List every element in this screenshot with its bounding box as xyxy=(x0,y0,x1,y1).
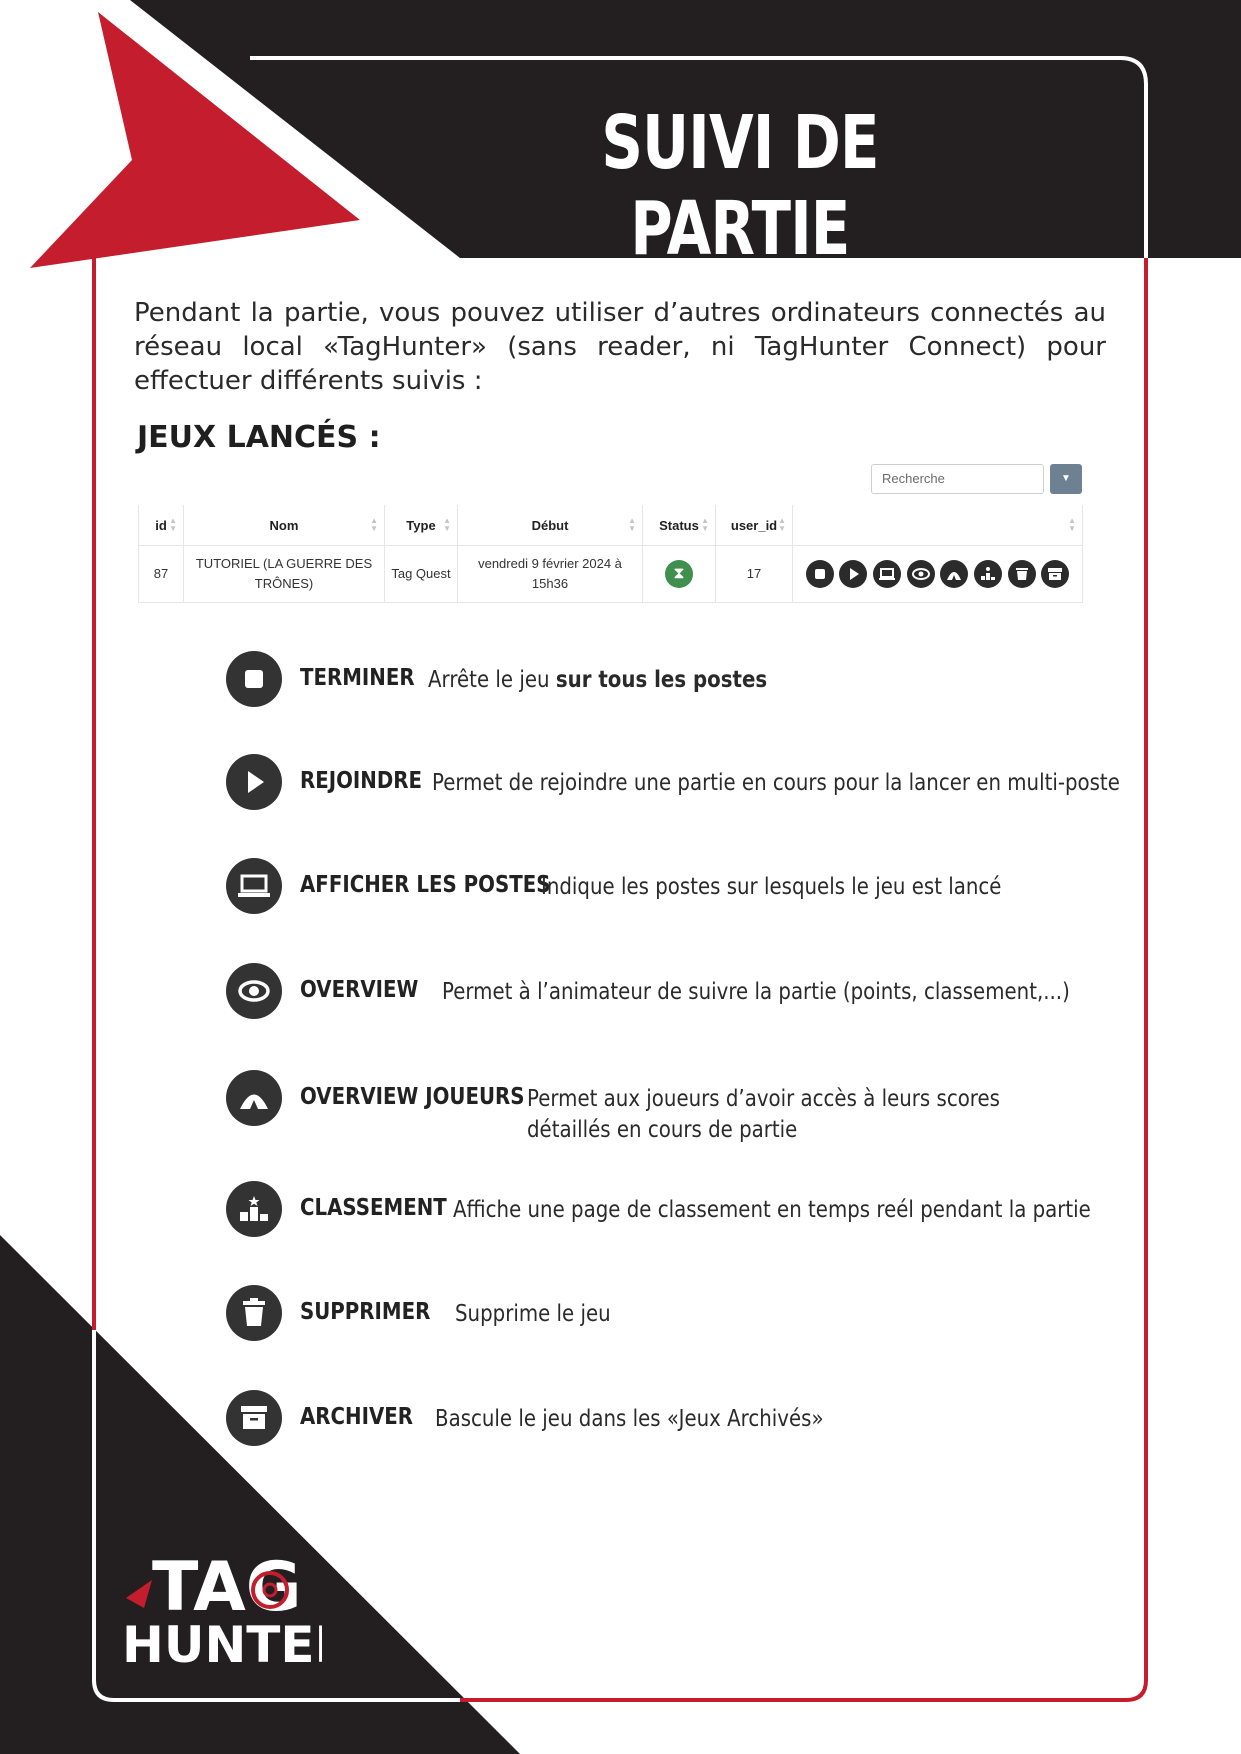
legend-name: TERMINER xyxy=(300,665,415,691)
sort-icon: ▲ ▼ xyxy=(370,516,378,533)
logo-line-2: HUNTER xyxy=(122,1616,322,1666)
games-table: id ▲ ▼ Nom ▲ ▼ Type ▲ ▼ Début ▲ ▼ Status ▲ ▼ user_… xyxy=(138,505,1083,603)
sort-icon: ▲ ▼ xyxy=(778,516,786,533)
podium-icon xyxy=(226,1181,282,1237)
legend-name: AFFICHER LES POSTES xyxy=(300,872,551,898)
page-title: SUIVI DE PARTIE xyxy=(601,100,879,272)
legend-name: CLASSEMENT xyxy=(300,1195,447,1221)
legend-item-classement: CLASSEMENT Affiche une page de classemen… xyxy=(226,1181,1106,1241)
column-header-nom[interactable]: Nom ▲ ▼ xyxy=(183,505,385,546)
sort-icon: ▲ ▼ xyxy=(628,516,636,533)
podium-button[interactable] xyxy=(973,560,1002,588)
legend-name: OVERVIEW JOUEURS xyxy=(300,1084,525,1110)
legend-item-rejoindre: REJOINDRE Permet de rejoindre une partie… xyxy=(226,754,1120,814)
column-header-user-id[interactable]: user_id ▲ ▼ xyxy=(715,505,793,546)
legend-item-overview: OVERVIEW Permet à l’animateur de suivre … xyxy=(226,963,1106,1023)
column-header-actions[interactable]: ▲ ▼ xyxy=(792,505,1083,546)
search-dropdown-button[interactable]: ▼ xyxy=(1050,464,1082,494)
legend-item-archiver: ARCHIVER Bascule le jeu dans les «Jeux A… xyxy=(226,1390,1106,1450)
legend-description: Bascule le jeu dans les «Jeux Archivés» xyxy=(435,1406,824,1432)
cell-user-id: 17 xyxy=(715,545,793,603)
tent-icon xyxy=(226,1070,282,1126)
intro-paragraph: Pendant la partie, vous pouvez utiliser … xyxy=(134,298,1106,396)
legend-description: Supprime le jeu xyxy=(455,1301,611,1327)
cell-id: 87 xyxy=(138,545,184,603)
legend-description: Affiche une page de classement en temps … xyxy=(453,1197,1091,1223)
cell-status: ⧗ xyxy=(642,545,716,603)
column-header-status[interactable]: Status ▲ ▼ xyxy=(642,505,716,546)
column-header-type[interactable]: Type ▲ ▼ xyxy=(384,505,458,546)
caret-down-icon: ▼ xyxy=(1061,473,1071,484)
trash-icon xyxy=(226,1285,282,1341)
legend-item-overview-joueurs: OVERVIEW JOUEURS Permet aux joueurs d’av… xyxy=(226,1070,1106,1150)
legend-description: Permet à l’animateur de suivre la partie… xyxy=(442,979,1070,1005)
play-icon xyxy=(850,568,860,580)
legend-item-supprimer: SUPPRIMER Supprime le jeu xyxy=(226,1285,1106,1345)
cell-debut: vendredi 9 février 2024 à 15h36 xyxy=(457,545,643,603)
sort-icon: ▲ ▼ xyxy=(443,516,451,533)
tent-icon xyxy=(947,572,962,580)
legend-description: Permet aux joueurs d’avoir accès à leurs… xyxy=(527,1086,1000,1143)
laptop-button[interactable] xyxy=(873,560,902,588)
legend-item-afficher-les-postes: AFFICHER LES POSTES Indique les postes s… xyxy=(226,858,1106,918)
legend-name: REJOINDRE xyxy=(300,768,422,794)
eye-icon xyxy=(226,963,282,1019)
legend-description: Permet de rejoindre une partie en cours … xyxy=(432,770,1120,796)
cell-nom: TUTORIEL (LA GUERRE DES TRÔNES) xyxy=(183,545,385,603)
stop-icon xyxy=(814,569,825,579)
sort-icon: ▲ ▼ xyxy=(169,516,177,533)
hourglass-icon: ⧗ xyxy=(665,560,693,588)
legend-name: ARCHIVER xyxy=(300,1404,414,1430)
laptop-icon xyxy=(879,568,896,580)
legend-name: OVERVIEW xyxy=(300,977,419,1003)
play-icon xyxy=(226,754,282,810)
archive-icon xyxy=(1048,568,1063,580)
eye-icon xyxy=(911,568,930,580)
laptop-icon xyxy=(226,858,282,914)
legend-name: SUPPRIMER xyxy=(300,1299,431,1325)
column-header-debut[interactable]: Début ▲ ▼ xyxy=(457,505,643,546)
archive-button[interactable] xyxy=(1041,560,1070,588)
eye-button[interactable] xyxy=(906,560,935,588)
table-row: 87 TUTORIEL (LA GUERRE DES TRÔNES) Tag Q… xyxy=(138,545,1083,603)
stop-icon xyxy=(226,651,282,707)
search-input[interactable]: Recherche xyxy=(871,464,1044,494)
legend-description: Arrête le jeu sur tous les postes xyxy=(428,667,768,693)
tent-button[interactable] xyxy=(940,560,969,588)
play-button[interactable] xyxy=(839,560,868,588)
legend-item-terminer: TERMINER Arrête le jeu sur tous les post… xyxy=(226,651,1106,711)
trash-button[interactable] xyxy=(1007,560,1036,588)
taghunter-logo: TAG HUNTER xyxy=(122,1548,322,1666)
archive-icon xyxy=(226,1390,282,1446)
trash-icon xyxy=(1015,568,1028,580)
legend-description: Indique les postes sur lesquels le jeu e… xyxy=(541,874,1002,900)
sort-icon: ▲ ▼ xyxy=(1068,516,1076,533)
cell-type: Tag Quest xyxy=(384,545,458,603)
stop-button[interactable] xyxy=(805,560,834,588)
cell-actions xyxy=(792,545,1083,603)
section-title: JEUX LANCÉS : xyxy=(137,420,381,455)
table-header-row: id ▲ ▼ Nom ▲ ▼ Type ▲ ▼ Début ▲ ▼ Status ▲ ▼ user_… xyxy=(138,505,1083,546)
column-header-id[interactable]: id ▲ ▼ xyxy=(138,505,184,546)
sort-icon: ▲ ▼ xyxy=(701,516,709,533)
podium-icon xyxy=(980,567,995,580)
